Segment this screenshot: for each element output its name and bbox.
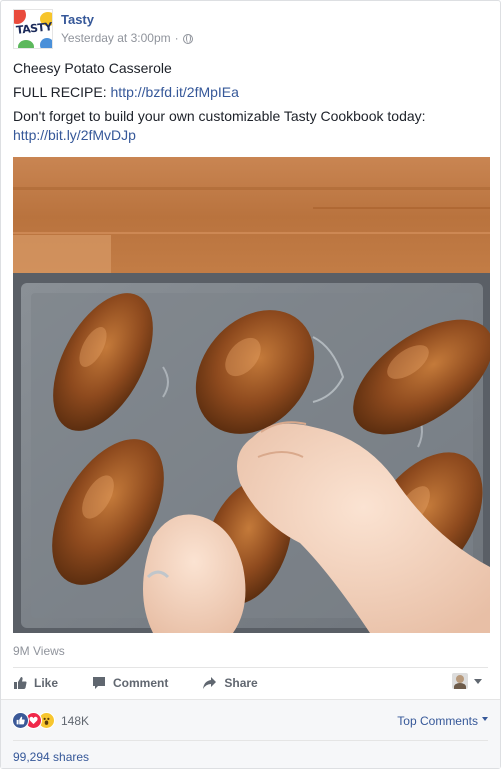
top-comments-dropdown[interactable]: Top Comments (397, 714, 488, 728)
reaction-count: 148K (61, 713, 90, 728)
potatoes-on-tray-image (13, 157, 490, 633)
facebook-post-card: TASTY Tasty Yesterday at 3:00pm · Cheesy… (0, 0, 501, 769)
globe-icon[interactable] (182, 33, 193, 44)
video-frame[interactable] (13, 157, 490, 633)
comment-bubble-icon (92, 676, 106, 690)
video-view-count: 9M Views (13, 644, 65, 658)
post-timestamp[interactable]: Yesterday at 3:00pm (61, 30, 171, 47)
thumbs-up-icon (13, 676, 27, 690)
viewer-avatar (452, 673, 468, 689)
post-header: TASTY Tasty Yesterday at 3:00pm · (13, 9, 193, 49)
like-button[interactable]: Like (13, 676, 58, 690)
avatar-decoration (14, 10, 26, 24)
cookbook-link[interactable]: http://bit.ly/2fMvDJp (13, 127, 136, 143)
post-text: Cheesy Potato Casserole FULL RECIPE: htt… (13, 59, 491, 149)
chevron-down-icon (474, 678, 482, 684)
top-comments-label: Top Comments (397, 714, 478, 728)
cookbook-text: Don't forget to build your own customiza… (13, 108, 426, 124)
share-arrow-icon (202, 676, 217, 690)
comment-label: Comment (113, 676, 169, 690)
tasty-logo: TASTY (15, 20, 53, 37)
post-as-selector[interactable] (452, 673, 482, 689)
recipe-label: FULL RECIPE: (13, 84, 111, 100)
share-button[interactable]: Share (202, 676, 258, 690)
post-footer: 148K Top Comments 99,294 shares (1, 699, 500, 768)
chevron-down-icon (482, 717, 488, 721)
avatar-decoration (40, 38, 52, 48)
post-meta: Tasty Yesterday at 3:00pm · (61, 9, 193, 49)
post-title: Cheesy Potato Casserole (13, 60, 172, 76)
share-count-link[interactable]: 99,294 shares (13, 750, 89, 764)
recipe-line: FULL RECIPE: http://bzfd.it/2fMpIEa (13, 83, 491, 102)
comment-button[interactable]: Comment (92, 676, 168, 690)
cookbook-line: Don't forget to build your own customiza… (13, 107, 491, 145)
page-name-link[interactable]: Tasty (61, 11, 193, 28)
divider (13, 740, 488, 741)
divider (13, 667, 488, 668)
timestamp-separator: · (174, 31, 179, 45)
avatar-decoration (18, 40, 34, 48)
share-label: Share (224, 676, 258, 690)
action-bar: Like Comment Share (13, 669, 488, 697)
recipe-link[interactable]: http://bzfd.it/2fMpIEa (111, 84, 239, 100)
page-avatar[interactable]: TASTY (13, 9, 53, 49)
reactions-summary[interactable]: 148K (12, 712, 89, 729)
post-timestamp-row: Yesterday at 3:00pm · (61, 30, 193, 47)
like-reaction-icon (12, 712, 29, 729)
like-label: Like (34, 676, 59, 690)
